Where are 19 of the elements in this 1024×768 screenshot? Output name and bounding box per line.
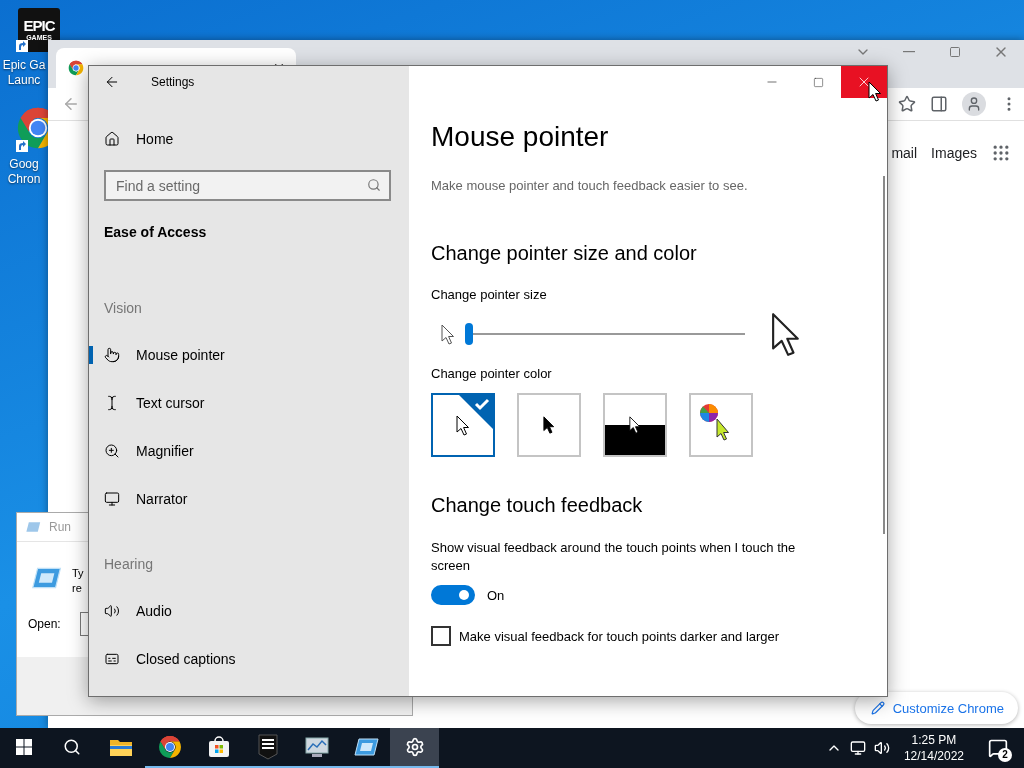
toggle-state: On xyxy=(487,587,505,603)
group-heading: Hearing xyxy=(104,555,155,574)
section-heading: Change pointer size and color xyxy=(431,241,698,266)
setting-label: Change pointer size xyxy=(431,286,548,304)
setting-label: Show visual feedback around the touch points when I touch the screen xyxy=(431,539,797,575)
logo-text: EPIC xyxy=(23,18,55,33)
page-description: Make mouse pointer and touch feedback easier to see. xyxy=(431,177,749,195)
notification-count: 2 xyxy=(998,748,1012,762)
checkbox-label: Make visual feedback for touch points darker and larger xyxy=(459,628,780,644)
category-title: Ease of Access xyxy=(104,223,208,242)
setting-label: Change pointer color xyxy=(431,365,553,383)
window-title: Settings xyxy=(151,75,195,89)
page-title: Mouse pointer xyxy=(431,120,610,154)
dialog-prompt: Ty xyxy=(72,566,84,581)
section-heading: Change touch feedback xyxy=(431,493,644,518)
group-heading: Vision xyxy=(104,299,143,318)
dialog-title: Run xyxy=(49,520,71,534)
open-label: Open: xyxy=(28,617,61,631)
dialog-prompt: re xyxy=(72,581,82,596)
